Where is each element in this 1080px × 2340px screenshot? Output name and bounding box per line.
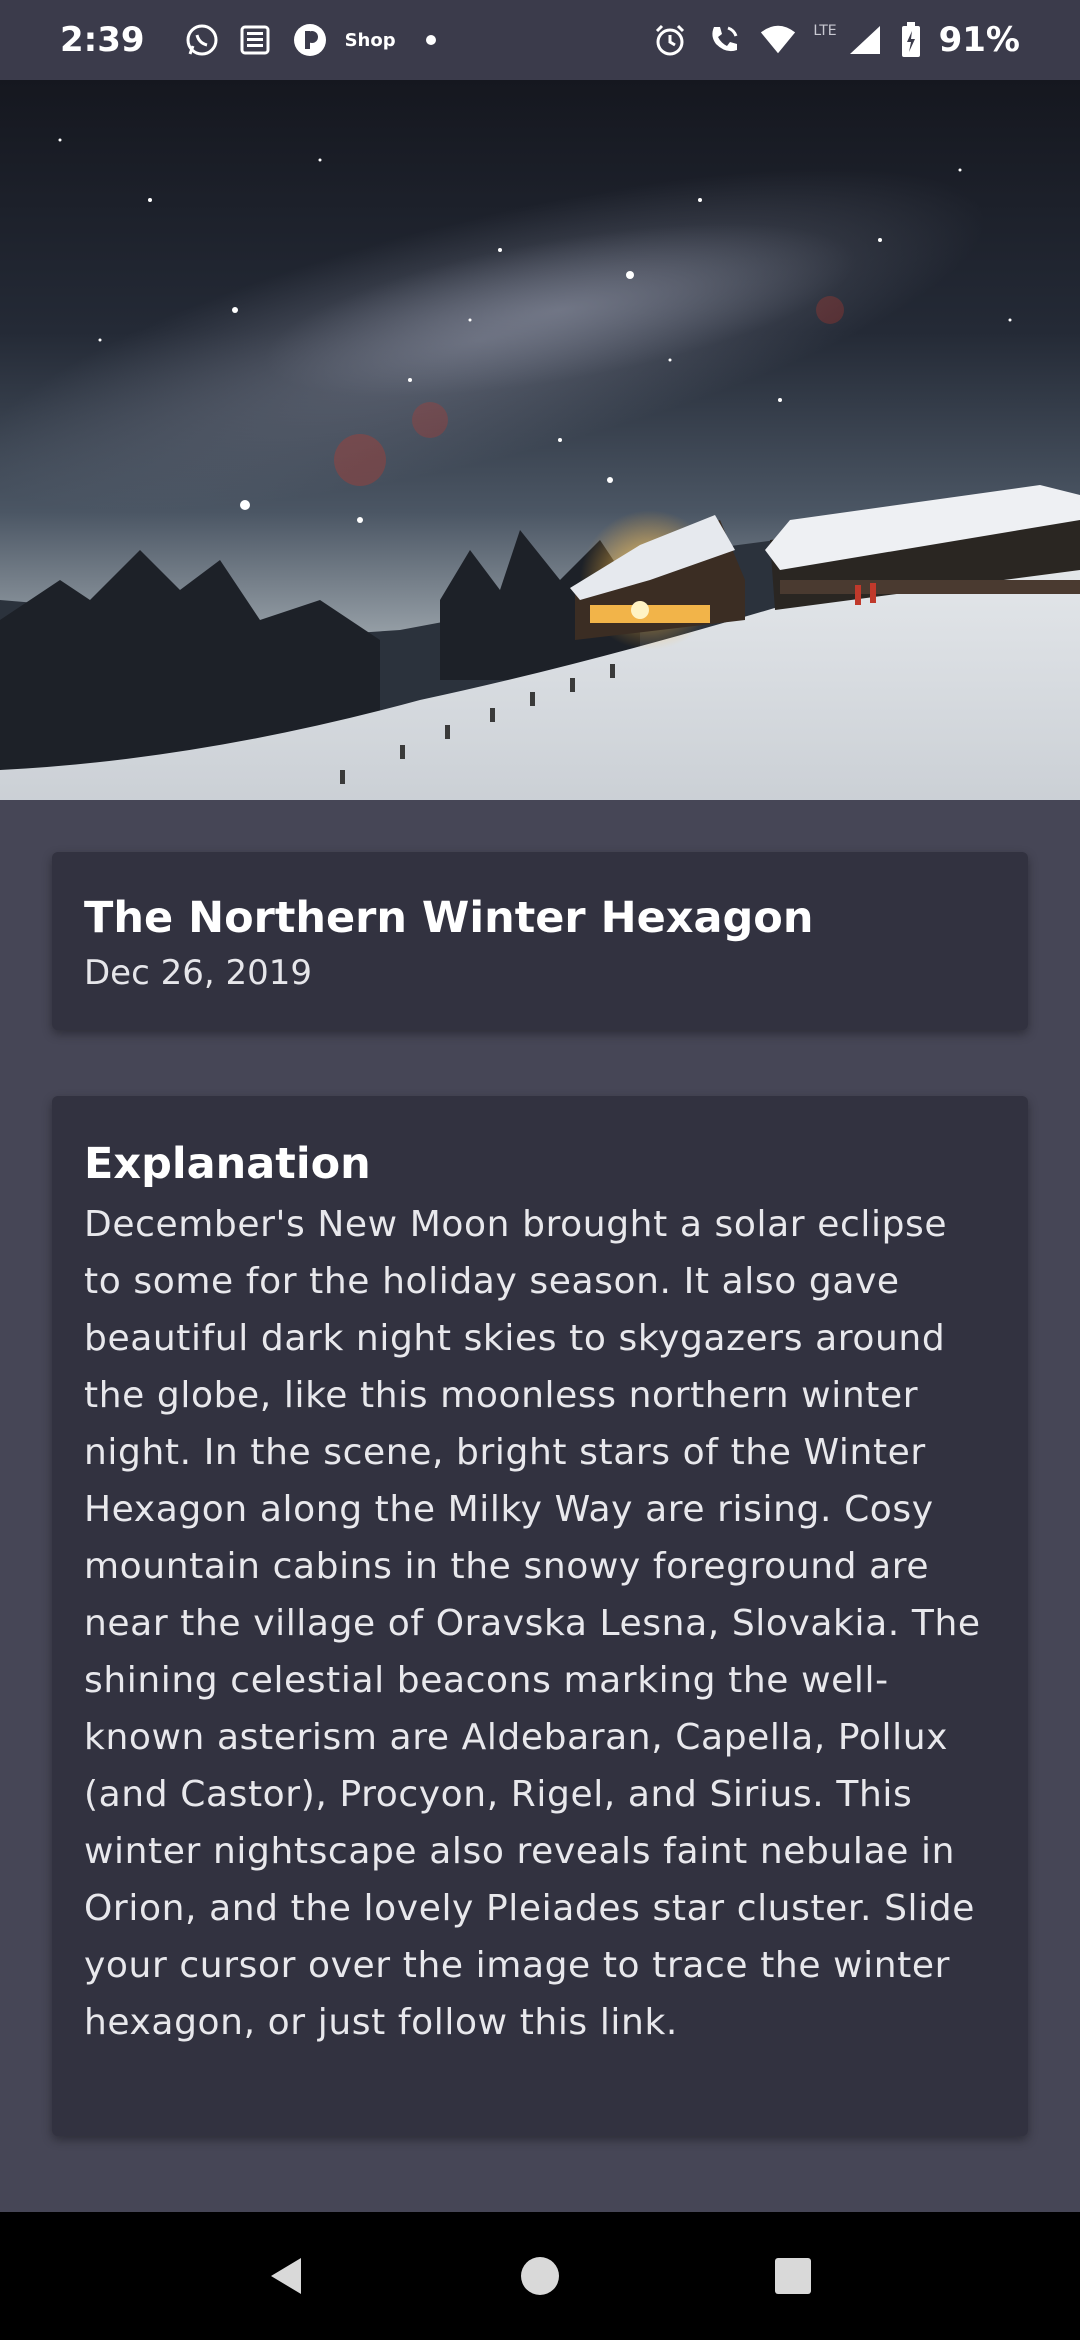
wifi-icon [759,21,797,59]
status-time: 2:39 [60,20,145,60]
apod-image[interactable] [0,80,1080,800]
status-left: 2:39 Shop [60,20,436,60]
network-type: LTE [813,23,837,39]
navigation-bar [0,2212,1080,2340]
home-icon[interactable] [500,2236,580,2316]
explanation-card: Explanation December's New Moon brought … [52,1096,1028,2136]
apod-title: The Northern Winter Hexagon [84,893,814,943]
night-sky-photo [0,138,1080,800]
title-card: The Northern Winter Hexagon Dec 26, 2019 [52,852,1028,1030]
battery-icon [899,21,923,59]
shop-label: Shop [344,29,396,51]
battery-percent: 91% [938,20,1020,60]
back-icon[interactable] [247,2236,327,2316]
recents-icon[interactable] [753,2236,833,2316]
notification-dot [425,35,436,45]
signal-icon [845,21,883,59]
status-right: LTE 91% [651,20,1020,60]
explanation-text: December's New Moon brought a solar ecli… [84,1204,981,2043]
status-bar: 2:39 Shop LTE 91% [0,0,1080,80]
alarm-icon [651,21,689,59]
news-icon [237,21,275,59]
wifi-call-icon [705,21,743,59]
apod-date: Dec 26, 2019 [84,953,313,993]
whatsapp-icon [183,21,221,59]
explanation-heading: Explanation [84,1139,371,1189]
p-app-icon [291,21,329,59]
